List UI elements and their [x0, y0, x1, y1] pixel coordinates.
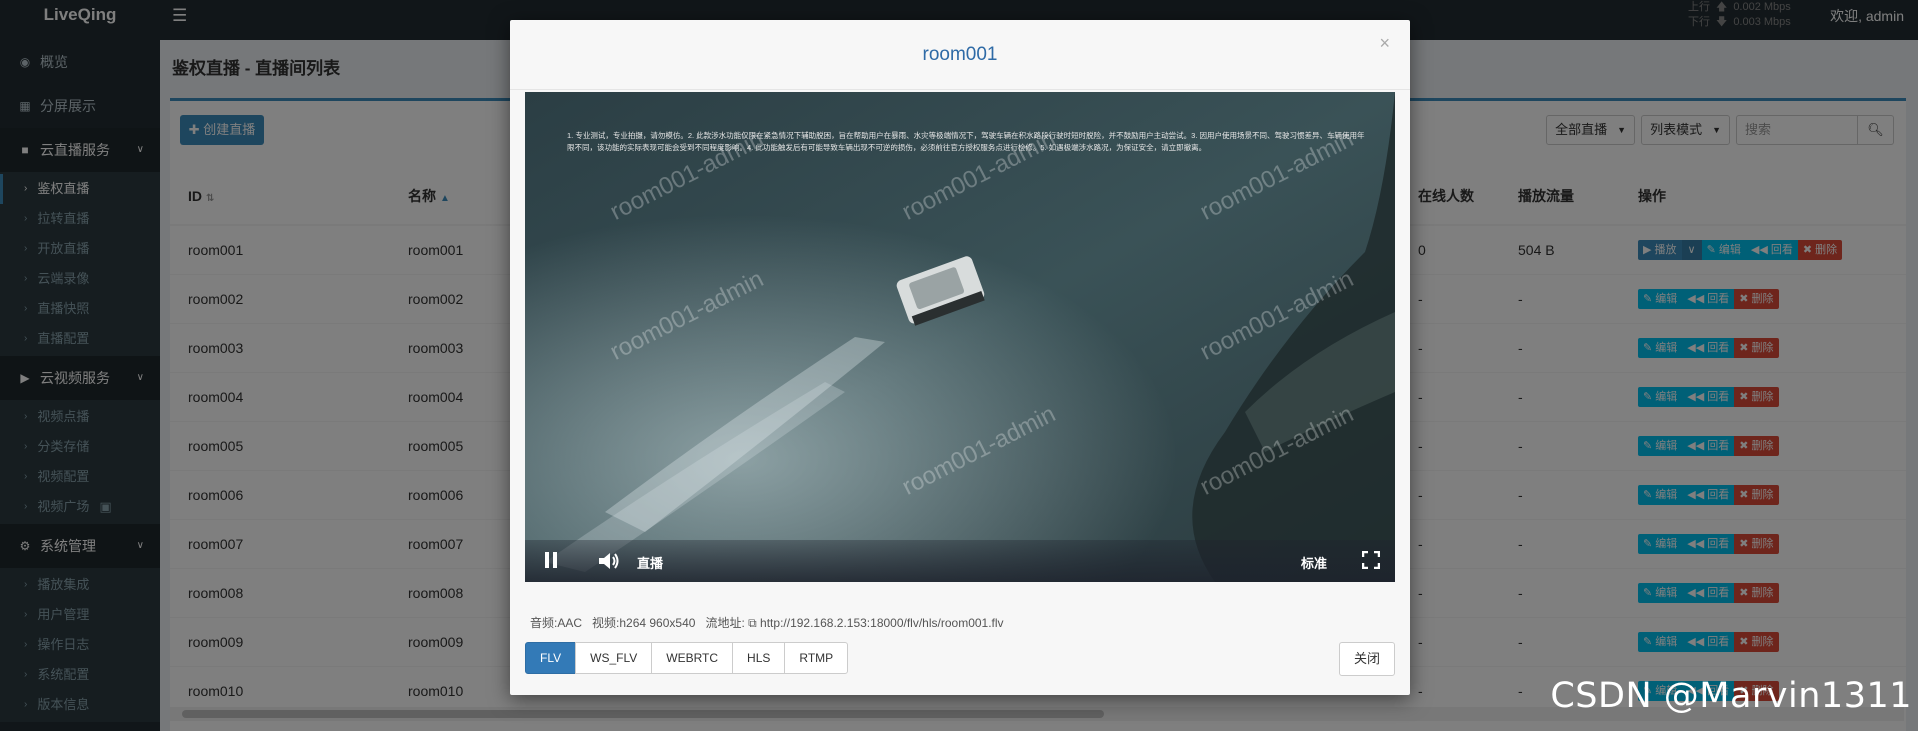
tab-ws-flv[interactable]: WS_FLV [575, 642, 653, 674]
protocol-tabs: FLV WS_FLV WEBRTC HLS RTMP [525, 642, 849, 674]
modal-header: room001 × [510, 20, 1410, 90]
stream-label: 流地址: [705, 616, 745, 630]
play-modal: room001 × 1. 专业测试，专业拍摄，请勿模仿。2. 此款涉水功能仅限在… [510, 20, 1410, 695]
tab-webrtc[interactable]: WEBRTC [651, 642, 734, 674]
media-info: 音频:AAC 视频:h264 960x540 流地址: ⧉ http://192… [530, 614, 1004, 631]
tab-flv[interactable]: FLV [525, 642, 577, 674]
stream-url[interactable]: http://192.168.2.153:18000/flv/hls/room0… [760, 616, 1004, 630]
stream-address: 流地址: ⧉ http://192.168.2.153:18000/flv/hl… [705, 614, 1003, 631]
tab-rtmp[interactable]: RTMP [784, 642, 849, 674]
modal-close-icon[interactable]: × [1379, 20, 1390, 66]
close-button[interactable]: 关闭 [1338, 642, 1395, 676]
audio-info: 音频:AAC [530, 616, 583, 630]
safety-notice: 1. 专业测试，专业拍摄，请勿模仿。2. 此款涉水功能仅限在紧急情况下辅助脱困，… [567, 131, 1365, 152]
modal-title: room001 [922, 44, 998, 65]
player-controls: 直播 标准 [525, 540, 1395, 582]
tab-hls[interactable]: HLS [732, 642, 786, 674]
live-indicator: 直播 [637, 556, 664, 571]
copy-icon[interactable]: ⧉ [748, 616, 757, 630]
video-info: 视频:h264 960x540 [592, 616, 696, 630]
video-player[interactable]: 1. 专业测试，专业拍摄，请勿模仿。2. 此款涉水功能仅限在紧急情况下辅助脱困，… [525, 92, 1395, 582]
csdn-watermark: CSDN @Marvin1311 [1550, 676, 1912, 716]
quality-selector[interactable]: 标准 [1301, 553, 1327, 572]
